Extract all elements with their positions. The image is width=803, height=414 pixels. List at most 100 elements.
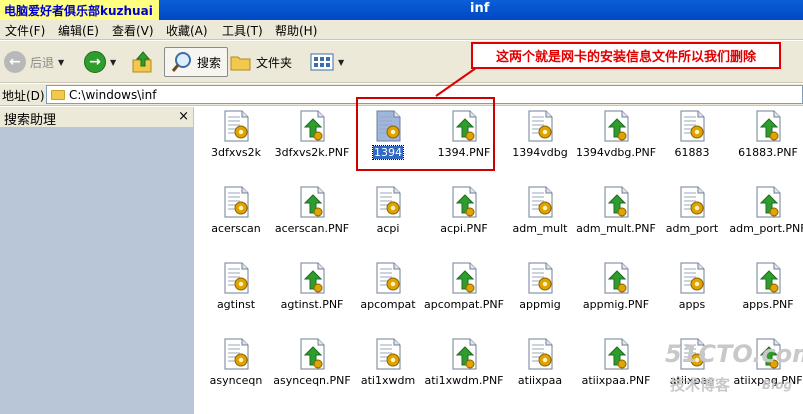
file-item[interactable]: 1394vdbg.PNF [575,109,657,179]
precompiled-setup-file-icon [753,109,783,143]
precompiled-setup-file-icon [601,337,631,371]
file-item[interactable]: adm_mult.PNF [576,185,656,255]
file-item[interactable]: 1394.PNF [426,109,502,179]
file-item[interactable]: apcompat [350,261,426,331]
file-label: agtinst [216,298,256,311]
precompiled-setup-file-icon [601,185,631,219]
pane-title: 搜索助理 [4,113,57,128]
file-item[interactable]: asynceqn [198,337,274,407]
file-item[interactable]: 1394 [350,109,426,179]
setup-info-file-icon [373,261,403,295]
forward-button[interactable]: → ▼ [84,47,116,77]
menu-tools[interactable]: 工具(T) [222,22,263,39]
file-item[interactable]: agtinst.PNF [274,261,350,331]
address-bar: 地址(D) C:\windows\inf [0,84,803,106]
setup-info-file-icon [677,261,707,295]
forward-arrow-icon: → [84,51,106,73]
file-item[interactable]: apps.PNF [730,261,803,331]
close-icon[interactable]: × [178,109,189,125]
address-path: C:\windows\inf [69,87,157,102]
file-item[interactable]: adm_mult [502,185,578,255]
file-item[interactable]: 3dfxvs2k.PNF [274,109,350,179]
file-item[interactable]: ati1xwdm.PNF [425,337,504,407]
file-item[interactable]: acpi [350,185,426,255]
callout-annotation: 这两个就是网卡的安装信息文件所以我们删除 [471,42,781,69]
file-label: 1394vdbg.PNF [575,146,657,159]
precompiled-setup-file-icon [753,185,783,219]
setup-info-file-icon [373,109,403,143]
file-item[interactable]: 61883.PNF [730,109,803,179]
setup-info-file-icon [525,109,555,143]
address-input[interactable]: C:\windows\inf [46,85,803,104]
setup-info-file-icon [221,185,251,219]
search-label: 搜索 [197,55,222,70]
file-item[interactable]: agtinst [198,261,274,331]
precompiled-setup-file-icon [449,261,479,295]
precompiled-setup-file-icon [449,337,479,371]
file-item[interactable]: adm_port [654,185,730,255]
file-label: acerscan.PNF [274,222,350,235]
file-label: acpi [376,222,400,235]
menu-file[interactable]: 文件(F) [5,22,45,39]
back-label: 后退 [30,55,55,70]
file-item[interactable]: acpi.PNF [426,185,502,255]
file-label: 1394 [372,145,404,160]
up-folder-button[interactable] [132,47,154,77]
file-item[interactable]: apcompat.PNF [424,261,504,331]
file-item[interactable]: atiixpaa.PNF [578,337,654,407]
file-label: asynceqn [209,374,263,387]
file-label: asynceqn.PNF [273,374,351,387]
forward-dropdown-icon[interactable]: ▼ [110,58,116,67]
precompiled-setup-file-icon [753,261,783,295]
setup-info-file-icon [373,337,403,371]
back-dropdown-icon[interactable]: ▼ [58,58,64,67]
file-item[interactable]: acerscan.PNF [274,185,350,255]
folders-button[interactable]: 文件夹 [230,47,292,77]
setup-info-file-icon [221,337,251,371]
search-button[interactable]: 搜索 [164,47,229,77]
menu-view[interactable]: 查看(V) [112,22,154,39]
folders-icon [230,56,251,71]
file-label: adm_mult [512,222,568,235]
setup-info-file-icon [525,185,555,219]
file-item[interactable]: ati1xwdm [350,337,426,407]
menu-favorites[interactable]: 收藏(A) [166,22,208,39]
file-label: apps [678,298,706,311]
window-title: inf [470,1,490,16]
file-item[interactable]: 3dfxvs2k [198,109,274,179]
watermark-line3: Blog [762,378,793,392]
file-item[interactable]: 1394vdbg [502,109,578,179]
file-item[interactable]: acerscan [198,185,274,255]
up-folder-icon [132,51,152,73]
setup-info-file-icon [221,261,251,295]
file-item[interactable]: apps [654,261,730,331]
back-button[interactable]: ← 后退 ▼ [4,47,64,77]
menu-edit[interactable]: 编辑(E) [58,22,99,39]
search-companion-pane: 搜索助理 × [0,107,194,414]
file-label: apcompat.PNF [424,298,504,311]
file-label: adm_mult.PNF [576,222,656,235]
file-item[interactable]: atiixpaa [502,337,578,407]
file-item[interactable]: asynceqn.PNF [273,337,351,407]
file-label: appmig [519,298,561,311]
file-item[interactable]: 61883 [654,109,730,179]
search-icon [171,52,191,72]
precompiled-setup-file-icon [449,185,479,219]
views-button[interactable]: ▼ [310,47,344,77]
file-item[interactable]: appmig [502,261,578,331]
watermark-line2: 技术博客 [670,376,731,394]
precompiled-setup-file-icon [449,109,479,143]
precompiled-setup-file-icon [297,109,327,143]
pane-body [0,127,194,414]
menu-help[interactable]: 帮助(H) [275,22,317,39]
back-arrow-icon: ← [4,51,26,73]
file-item[interactable]: adm_port.PNF [729,185,803,255]
file-item[interactable]: appmig.PNF [578,261,654,331]
folders-label: 文件夹 [256,55,293,70]
file-label: 1394vdbg [512,146,568,159]
menu-bar: 文件(F) 编辑(E) 查看(V) 收藏(A) 工具(T) 帮助(H) [0,20,803,40]
views-dropdown-icon[interactable]: ▼ [338,58,344,67]
title-bar: 电脑爱好者俱乐部kuzhuai inf [0,0,803,20]
file-label: ati1xwdm [360,374,416,387]
precompiled-setup-file-icon [601,109,631,143]
